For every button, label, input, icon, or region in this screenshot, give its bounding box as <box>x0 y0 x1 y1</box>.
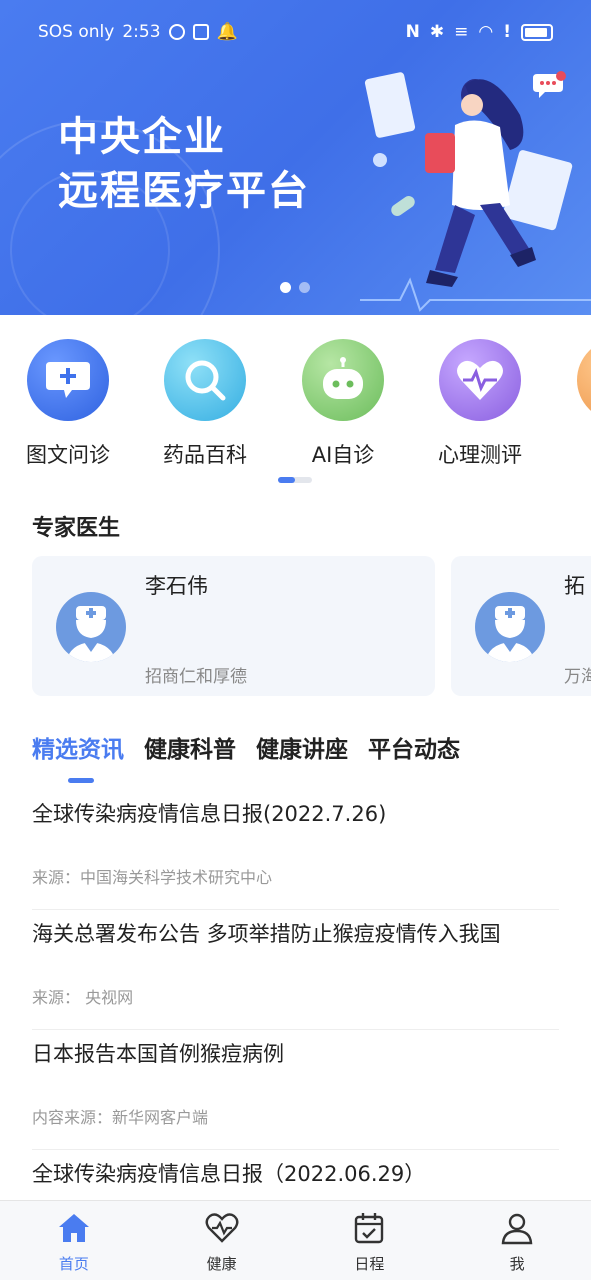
doctor-card[interactable]: 李石伟 招商仁和厚德 <box>32 556 435 696</box>
menu-item-consult[interactable]: 图文问诊 <box>13 339 123 469</box>
nav-item-schedule[interactable]: 日程 <box>296 1201 444 1280</box>
health-heart-icon <box>205 1213 239 1243</box>
banner-title: 中央企业 远程医疗平台 <box>58 110 310 218</box>
nav-label-home: 首页 <box>58 1255 89 1273</box>
banner-title-line1: 中央企业 <box>58 114 226 160</box>
shield-status-icon <box>168 24 185 40</box>
carousel-dot-1[interactable] <box>280 282 291 293</box>
tab-health-science[interactable]: 健康科普 <box>144 730 236 764</box>
person-icon <box>501 1213 533 1245</box>
menu-label-partial: 用 <box>563 439 591 469</box>
doctor-avatar-icon <box>475 592 545 662</box>
clock-time: 2:53 <box>122 22 161 42</box>
home-icon <box>58 1214 89 1242</box>
banner-carousel[interactable]: SOS only 2:53 🔔 N ✱ ≡ ◠ ! 中央企业 远程医疗平台 <box>0 0 591 315</box>
status-bar-right: N ✱ ≡ ◠ ! <box>406 22 553 42</box>
news-source: 内容来源：新华网客户端 <box>32 1108 209 1127</box>
quick-service-menu: 图文问诊 药品百科 AI自诊 心理测评 用 <box>0 315 591 490</box>
news-title: 全球传染病疫情信息日报（2022.06.29） <box>32 1162 426 1186</box>
news-title: 海关总署发布公告 多项举措防止猴痘疫情传入我国 <box>32 922 501 946</box>
tab-health-lectures[interactable]: 健康讲座 <box>256 730 348 764</box>
banner-title-line2: 远程医疗平台 <box>58 168 310 214</box>
doctor-name: 李石伟 <box>145 574 208 598</box>
menu-label-consult: 图文问诊 <box>26 443 110 467</box>
menu-item-ai-diagnosis[interactable]: AI自诊 <box>288 339 398 469</box>
nfc-icon: N <box>405 22 420 42</box>
menu-label-psych-test: 心理测评 <box>438 443 522 467</box>
doctor-card[interactable]: 拓 万海 <box>451 556 591 696</box>
nav-item-home[interactable]: 首页 <box>0 1201 148 1280</box>
tab-platform-news[interactable]: 平台动态 <box>368 730 460 764</box>
tab-featured-news[interactable]: 精选资讯 <box>32 730 124 764</box>
menu-item-psych-test[interactable]: 心理测评 <box>425 339 535 469</box>
robot-icon <box>302 339 384 421</box>
vibrate-icon: ≡ <box>454 22 469 42</box>
news-title: 日本报告本国首例猴痘病例 <box>32 1042 284 1066</box>
nav-label-me: 我 <box>509 1255 525 1273</box>
wifi-icon: ◠ <box>478 22 494 42</box>
battery-icon <box>521 23 553 41</box>
active-tab-indicator <box>68 778 94 783</box>
bottom-navigation: 首页 健康 日程 我 <box>0 1200 591 1280</box>
news-item[interactable]: 全球传染病疫情信息日报(2022.7.26) 来源：中国海关科学技术研究中心 <box>32 790 559 910</box>
nav-label-health: 健康 <box>206 1255 237 1273</box>
news-source: 来源： 央视网 <box>32 988 134 1007</box>
doctor-avatar-icon <box>56 592 126 662</box>
search-icon <box>164 339 246 421</box>
nav-label-schedule: 日程 <box>354 1255 385 1273</box>
news-item[interactable]: 海关总署发布公告 多项举措防止猴痘疫情传入我国 来源： 央视网 <box>32 910 559 1030</box>
calendar-icon <box>355 1213 384 1244</box>
menu-label-drug-wiki: 药品百科 <box>163 443 247 467</box>
nav-item-me[interactable]: 我 <box>443 1201 591 1280</box>
menu-scroll-thumb <box>278 477 295 483</box>
carousel-indicator <box>280 282 310 293</box>
bell-status-icon: 🔔 <box>216 22 238 42</box>
doctor-org: 万海 <box>564 667 591 687</box>
doctor-name: 拓 <box>564 574 585 598</box>
heart-pulse-icon <box>439 339 521 421</box>
alert-icon: ! <box>503 22 511 42</box>
status-bar-left: SOS only 2:53 🔔 <box>38 22 238 42</box>
partial-icon <box>577 339 591 421</box>
nav-item-health[interactable]: 健康 <box>148 1201 296 1280</box>
menu-scroll-indicator <box>278 477 312 483</box>
qr-status-icon <box>192 24 209 40</box>
chat-plus-icon <box>27 339 109 421</box>
customer-service-icon[interactable] <box>533 70 567 100</box>
news-tabs: 精选资讯 健康科普 健康讲座 平台动态 <box>32 730 460 764</box>
menu-item-drug-wiki[interactable]: 药品百科 <box>150 339 260 469</box>
news-item[interactable]: 日本报告本国首例猴痘病例 内容来源：新华网客户端 <box>32 1030 559 1150</box>
menu-label-ai-diagnosis: AI自诊 <box>311 443 375 467</box>
experts-section-title: 专家医生 <box>32 516 121 541</box>
carousel-dot-2[interactable] <box>299 282 310 293</box>
bluetooth-icon: ✱ <box>429 22 445 42</box>
menu-item-partial[interactable]: 用 <box>563 339 591 469</box>
doctor-org: 招商仁和厚德 <box>145 667 247 687</box>
news-title: 全球传染病疫情信息日报(2022.7.26) <box>32 802 387 826</box>
news-source: 来源：中国海关科学技术研究中心 <box>32 868 273 887</box>
network-status-text: SOS only <box>38 22 115 42</box>
news-list: 全球传染病疫情信息日报(2022.7.26) 来源：中国海关科学技术研究中心 海… <box>32 790 559 1270</box>
